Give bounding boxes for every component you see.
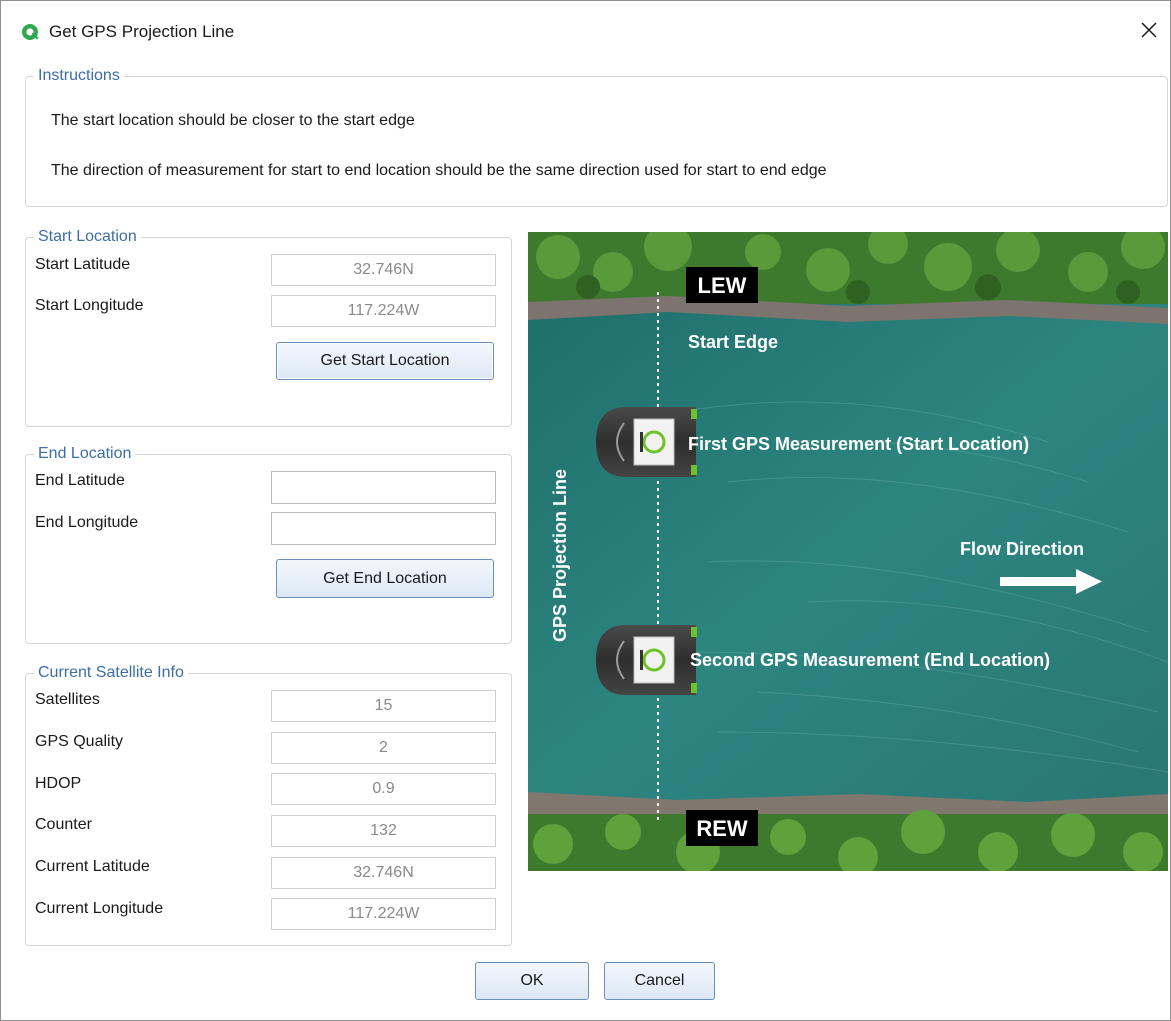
boat-icon [596,407,697,477]
cancel-button[interactable]: Cancel [604,962,715,1000]
satellite-info-legend: Current Satellite Info [38,664,184,681]
app-logo-icon [22,24,39,40]
ok-button[interactable]: OK [475,962,589,1000]
gps-projection-diagram: LEW REW Start Edge GPS Projection Line F… [528,232,1168,871]
end-latitude-label: End Latitude [35,472,125,489]
end-latitude-input[interactable] [271,471,496,504]
start-longitude-label: Start Longitude [35,297,144,314]
instruction-text-2: The direction of measurement for start t… [51,162,827,179]
counter-field: 132 [271,815,496,847]
satellites-field: 15 [271,690,496,722]
satellites-label: Satellites [35,691,100,708]
start-latitude-field: 32.746N [271,254,496,286]
title-bar: Get GPS Projection Line [1,1,1170,61]
dialog-window: Get GPS Projection Line Instructions The… [0,0,1171,1021]
current-longitude-field: 117.224W [271,898,496,930]
start-location-legend: Start Location [38,228,137,245]
lew-label: LEW [698,273,747,298]
flow-direction-label: Flow Direction [960,539,1084,559]
current-latitude-label: Current Latitude [35,858,150,875]
end-longitude-input[interactable] [271,512,496,545]
window-title: Get GPS Projection Line [49,22,235,41]
rew-label: REW [696,816,748,841]
counter-label: Counter [35,816,92,833]
close-icon[interactable] [1134,15,1164,45]
hdop-field: 0.9 [271,773,496,805]
projection-line-label: GPS Projection Line [550,469,570,642]
instructions-legend: Instructions [38,67,120,84]
boat-icon [596,625,697,695]
hdop-label: HDOP [35,775,82,792]
gps-quality-label: GPS Quality [35,733,124,750]
current-latitude-field: 32.746N [271,857,496,889]
current-longitude-label: Current Longitude [35,900,164,917]
second-measurement-label: Second GPS Measurement (End Location) [690,650,1050,670]
start-latitude-label: Start Latitude [35,256,131,273]
start-longitude-field: 117.224W [271,295,496,327]
start-edge-label: Start Edge [688,332,778,352]
instructions-group: Instructions [25,67,1168,207]
first-measurement-label: First GPS Measurement (Start Location) [688,434,1029,454]
end-location-legend: End Location [38,445,132,462]
get-end-location-button[interactable]: Get End Location [276,559,494,598]
instruction-text-1: The start location should be closer to t… [51,112,415,129]
gps-quality-field: 2 [271,732,496,764]
get-start-location-button[interactable]: Get Start Location [276,342,494,380]
end-longitude-label: End Longitude [35,514,139,531]
